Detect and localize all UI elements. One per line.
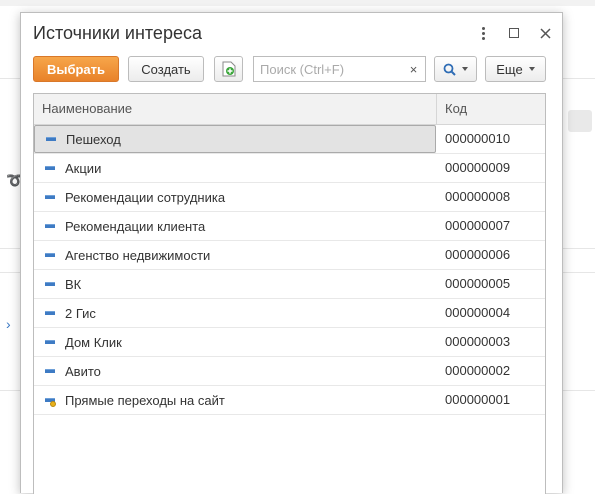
catalog-item-icon (45, 221, 55, 231)
item-name: Рекомендации сотрудника (65, 189, 226, 205)
name-cell: Прямые переходы на сайт (34, 386, 436, 414)
dialog-titlebar: Источники интереса (21, 13, 562, 53)
table-row[interactable]: Авито 000000002 (34, 357, 545, 386)
table-row[interactable]: Пешеход 000000010 (34, 125, 545, 154)
table-row[interactable]: Рекомендации клиента 000000007 (34, 212, 545, 241)
table-header: Наименование Код (34, 94, 545, 125)
search-input[interactable] (253, 56, 403, 82)
toolbar: Выбрать Создать × Еще (33, 56, 553, 83)
name-cell: Агенство недвижимости (34, 241, 436, 269)
maximize-icon[interactable] (504, 23, 524, 43)
name-cell: Дом Клик (34, 328, 436, 356)
clear-search-button[interactable]: × (402, 56, 426, 82)
code-cell: 000000006 (445, 247, 511, 262)
item-name: Агенство недвижимости (65, 247, 211, 263)
name-cell: Авито (34, 357, 436, 385)
select-button[interactable]: Выбрать (33, 56, 119, 82)
catalog-item-icon (46, 134, 56, 144)
name-cell: Рекомендации сотрудника (34, 183, 436, 211)
table-body: Пешеход 000000010 Акции 000000009 Рекомендац… (34, 125, 545, 415)
code-cell: 000000004 (445, 305, 511, 320)
column-header-code[interactable]: Код (445, 94, 467, 124)
code-cell: 000000003 (445, 334, 511, 349)
code-cell: 000000002 (445, 363, 511, 378)
item-name: Дом Клик (65, 334, 122, 350)
create-button[interactable]: Создать (128, 56, 204, 82)
search-icon (443, 63, 456, 76)
code-cell: 000000005 (445, 276, 511, 291)
catalog-item-icon (45, 279, 55, 289)
item-name: Авито (65, 363, 101, 379)
item-name: 2 Гис (65, 305, 96, 321)
more-actions-button[interactable]: Еще (485, 56, 546, 82)
column-header-name[interactable]: Наименование (42, 94, 132, 124)
close-icon[interactable] (535, 23, 555, 43)
table-row[interactable]: Дом Клик 000000003 (34, 328, 545, 357)
table-row[interactable]: Акции 000000009 (34, 154, 545, 183)
chevron-right-icon: › (6, 316, 11, 332)
items-table: Наименование Код Пешеход 000000010 Акции 00… (33, 93, 546, 494)
more-actions-label: Еще (496, 61, 523, 77)
item-name: Пешеход (66, 131, 121, 147)
name-cell: Пешеход (34, 125, 436, 153)
add-document-button[interactable] (214, 56, 243, 82)
predefined-item-icon (45, 395, 56, 407)
column-separator[interactable] (436, 94, 437, 124)
table-row[interactable]: Агенство недвижимости 000000006 (34, 241, 545, 270)
item-name: ВК (65, 276, 82, 292)
more-vert-icon[interactable] (473, 23, 493, 43)
catalog-item-icon (45, 337, 55, 347)
background-button (568, 110, 592, 132)
code-cell: 000000010 (445, 131, 511, 146)
dialog-title: Источники интереса (33, 23, 202, 43)
catalog-item-icon (45, 308, 55, 318)
chevron-down-icon (528, 67, 535, 71)
dialog-window: Источники интереса Выбрать Создать × (20, 12, 563, 494)
code-cell: 000000008 (445, 189, 511, 204)
catalog-item-icon (45, 192, 55, 202)
code-cell: 000000001 (445, 392, 511, 407)
catalog-item-icon (45, 250, 55, 260)
chevron-down-icon (462, 67, 468, 71)
table-row[interactable]: ВК 000000005 (34, 270, 545, 299)
code-cell: 000000009 (445, 160, 511, 175)
background-band (0, 0, 595, 6)
add-document-icon (222, 61, 235, 77)
name-cell: Акции (34, 154, 436, 182)
item-name: Рекомендации клиента (65, 218, 206, 234)
table-row[interactable]: Прямые переходы на сайт 000000001 (34, 386, 545, 415)
table-row[interactable]: 2 Гис 000000004 (34, 299, 545, 328)
name-cell: ВК (34, 270, 436, 298)
item-name: Акции (65, 160, 102, 176)
catalog-item-icon (45, 163, 55, 173)
item-name: Прямые переходы на сайт (65, 392, 225, 408)
code-cell: 000000007 (445, 218, 511, 233)
name-cell: 2 Гис (34, 299, 436, 327)
search-button[interactable] (434, 56, 477, 82)
table-row[interactable]: Рекомендации сотрудника 000000008 (34, 183, 545, 212)
name-cell: Рекомендации клиента (34, 212, 436, 240)
catalog-item-icon (45, 366, 55, 376)
